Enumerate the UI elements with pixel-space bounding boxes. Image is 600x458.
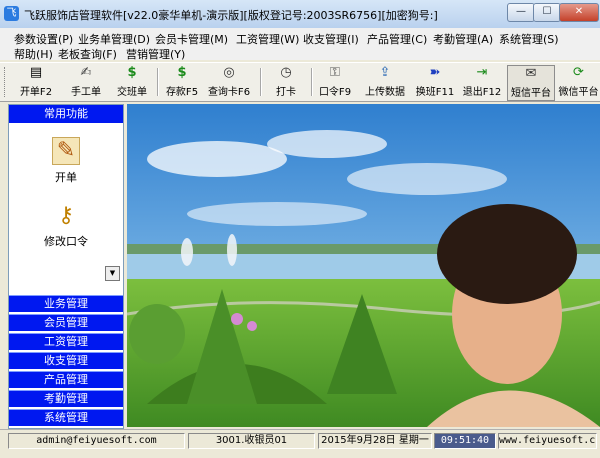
category-system[interactable]: 系统管理 [9,409,123,426]
menu-params[interactable]: 参数设置(P) [14,31,73,47]
status-site[interactable]: www.feiyuesoft.com [498,433,597,449]
wechat-platform-button[interactable]: ⟳ 微信平台 [557,65,600,99]
status-date: 2015年9月28日 星期一 [318,433,432,449]
shortcut-new-order[interactable]: ✎ 开单 [9,137,123,185]
shift-report-button[interactable]: $ 交班单 [112,65,152,99]
run-icon: ➽ [429,65,441,80]
menu-bar: 参数设置(P) 业务单管理(D) 会员卡管理(M) 工资管理(W) 收支管理(I… [0,28,600,62]
receipt-icon: ▤ [29,65,43,80]
title-bar: 飞 飞跃服饰店管理软件[v22.0豪华单机-演示版][版权登记号:2003SR6… [0,0,600,29]
toolbar-grip[interactable] [4,67,8,97]
category-wages[interactable]: 工资管理 [9,333,123,350]
common-functions-header[interactable]: 常用功能 [9,105,123,123]
category-members[interactable]: 会员管理 [9,314,123,331]
sms-icon: ✉ [525,66,537,81]
menu-attendance[interactable]: 考勤管理(A) [433,31,493,47]
status-user: 3001.收银员01 [188,433,315,449]
menu-orders[interactable]: 业务单管理(D) [78,31,150,47]
manual-order-button[interactable]: ✍ 手工单 [66,65,106,99]
upload-icon: ⇪ [379,65,391,80]
category-business[interactable]: 业务管理 [9,295,123,312]
menu-boss-query[interactable]: 老板查询(F) [58,46,117,62]
minimize-button[interactable]: — [507,3,535,22]
deposit-button[interactable]: $ 存款F5 [162,65,202,99]
category-attendance[interactable]: 考勤管理 [9,390,123,407]
shortcut-change-password[interactable]: ⚷ 修改口令 [9,203,123,249]
scroll-down-button[interactable]: ▼ [105,266,120,281]
toolbar-separator [157,68,159,96]
main-background-image [127,104,600,427]
maximize-button[interactable]: ☐ [533,3,561,22]
new-order-button[interactable]: ▤ 开单F2 [16,65,56,99]
deposit-icon: $ [177,65,187,80]
sms-platform-button[interactable]: ✉ 短信平台 [507,65,555,101]
exit-icon: ⇥ [476,65,488,80]
toolbar: ▤ 开单F2 ✍ 手工单 $ 交班单 $ 存款F5 ◎ 查询卡F6 ◷ 打卡 ⚿… [0,62,600,102]
exit-button[interactable]: ⇥ 退出F12 [461,65,503,99]
clock-in-button[interactable]: ◷ 打卡 [268,65,304,99]
pencil-note-icon: ✎ [52,137,80,165]
menu-income[interactable]: 收支管理(I) [303,31,359,47]
park-scene-image [127,104,600,427]
key-icon: ⚿ [330,65,340,80]
category-products[interactable]: 产品管理 [9,371,123,388]
toolbar-separator [311,68,313,96]
change-shift-button[interactable]: ➽ 换班F11 [414,65,456,99]
menu-member-card[interactable]: 会员卡管理(M) [155,31,228,47]
binoculars-icon: ◎ [223,65,235,80]
status-bar: admin@feiyuesoft.com 3001.收银员01 2015年9月2… [0,429,600,458]
category-income[interactable]: 收支管理 [9,352,123,369]
query-card-button[interactable]: ◎ 查询卡F6 [205,65,253,99]
status-email: admin@feiyuesoft.com [8,433,185,449]
money-bag-icon: $ [127,65,137,80]
menu-wages[interactable]: 工资管理(W) [236,31,299,47]
left-panel: 常用功能 ✎ 开单 ⚷ 修改口令 ▼ 业务管理 会员管理 工资管理 收支管理 产… [8,104,124,429]
wechat-icon: ⟳ [573,65,584,80]
toolbar-separator [260,68,262,96]
key-person-icon: ⚷ [57,203,75,228]
clock-icon: ◷ [280,65,292,80]
app-logo-icon: 飞 [4,6,19,21]
status-time: 09:51:40 [434,433,496,449]
window-title: 飞跃服饰店管理软件[v22.0豪华单机-演示版][版权登记号:2003SR675… [24,9,438,22]
close-button[interactable]: ✕ [559,3,599,22]
password-button[interactable]: ⚿ 口令F9 [316,65,354,99]
menu-system[interactable]: 系统管理(S) [499,31,559,47]
menu-products[interactable]: 产品管理(C) [367,31,427,47]
handwrite-icon: ✍ [80,65,92,80]
menu-help[interactable]: 帮助(H) [14,46,53,62]
menu-marketing[interactable]: 营销管理(Y) [126,46,185,62]
upload-data-button[interactable]: ⇪ 上传数据 [362,65,408,99]
